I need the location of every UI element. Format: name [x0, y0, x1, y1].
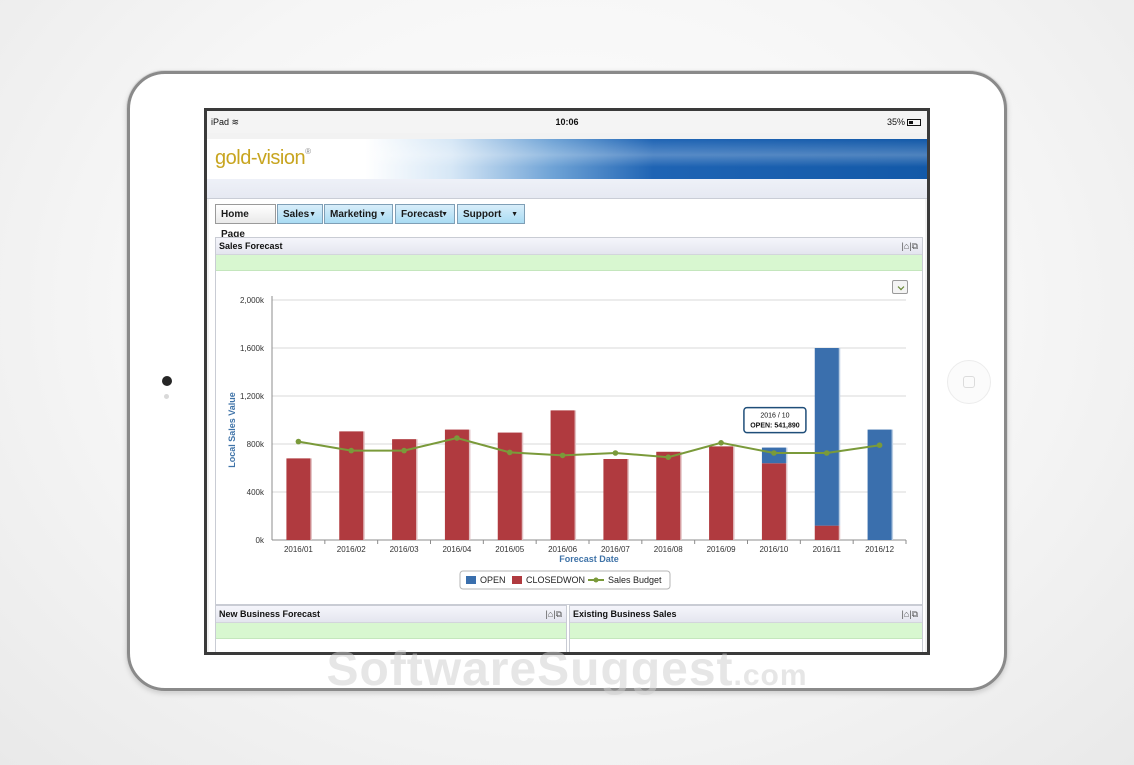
sales-budget-point	[559, 452, 566, 459]
tooltip-title: 2016 / 10	[760, 413, 789, 420]
closedwon-bar	[444, 429, 469, 540]
sales-budget-point	[665, 454, 672, 460]
panel-tools-icon[interactable]: |⌂|⧉	[901, 238, 918, 254]
closedwon-bar	[497, 432, 522, 540]
legend-closedwon-swatch	[512, 576, 522, 584]
x-tick-label: 2016/10	[759, 545, 788, 554]
closedwon-bar	[656, 451, 681, 540]
x-tick-label: 2016/11	[813, 545, 842, 554]
panel-header: Sales Forecast |⌂|⧉	[216, 238, 922, 255]
x-tick-label: 2016/01	[284, 545, 313, 554]
app-banner: gold-vision®	[207, 139, 927, 179]
main-content: Home Page Sales ▼ Marketing ▼ Forecast ▼ Su…	[209, 199, 925, 652]
sales-budget-point	[718, 440, 724, 446]
panel-tools-icon[interactable]: |⌂|⧉	[545, 606, 562, 622]
legend-open-swatch	[466, 576, 476, 584]
sales-forecast-chart: 0k 400k 800k 1,200k 1,600k 2,000k 2016/01 2016/…	[227, 296, 907, 590]
nav-sales[interactable]: Sales ▼	[277, 204, 323, 224]
closedwon-bar	[814, 525, 839, 540]
sales-budget-point	[506, 449, 513, 456]
app-logo[interactable]: gold-vision®	[215, 147, 311, 170]
closedwon-bar	[603, 459, 628, 540]
panel-title: Sales Forecast	[219, 241, 283, 251]
closedwon-bar	[550, 410, 575, 540]
y-tick-label: 2,000k	[240, 296, 265, 305]
legend-budget-marker	[593, 577, 599, 583]
panel-header: New Business Forecast |⌂|⧉	[216, 606, 566, 623]
sub-header-bar	[207, 179, 927, 199]
y-tick-label: 800k	[247, 440, 265, 449]
sales-budget-point	[771, 450, 777, 456]
panel-title: New Business Forecast	[219, 609, 321, 619]
home-button-square-icon	[963, 376, 975, 388]
panel-tools-icon[interactable]: |⌂|⧉	[901, 606, 918, 622]
watermark: SoftwareSuggest.com	[326, 643, 808, 696]
nav-marketing[interactable]: Marketing ▼	[324, 204, 393, 224]
y-axis-title: Local Sales Value	[227, 392, 237, 468]
camera-icon	[162, 376, 172, 386]
sales-budget-point	[348, 447, 355, 454]
sensor-dot	[164, 394, 169, 399]
panel-filter-strip	[570, 623, 922, 639]
chevron-down-icon: ▼	[309, 211, 316, 218]
nav-home-page[interactable]: Home Page	[215, 204, 276, 240]
y-tick-label: 0k	[256, 536, 265, 545]
closedwon-bar	[761, 463, 786, 540]
legend-closedwon-label: CLOSEDWON	[526, 575, 585, 585]
status-battery: 35%	[887, 117, 921, 127]
y-tick-label: 1,200k	[240, 392, 265, 401]
panel-filter-strip	[216, 255, 922, 271]
sales-budget-point	[454, 435, 460, 441]
panel-header: Existing Business Sales |⌂|⧉	[570, 606, 922, 623]
sales-forecast-panel: Sales Forecast |⌂|⧉ 0k 400k 800k 1,200k 1,60…	[215, 237, 923, 605]
sales-budget-point	[401, 447, 407, 454]
y-tick-label: 400k	[247, 488, 265, 497]
x-tick-label: 2016/08	[654, 545, 683, 554]
x-tick-label: 2016/02	[337, 545, 366, 554]
closedwon-bar	[286, 458, 311, 540]
nav-forecast[interactable]: Forecast ▼	[395, 204, 455, 224]
closedwon-bar	[339, 431, 364, 540]
x-tick-label: 2016/07	[601, 545, 630, 554]
x-tick-label: 2016/06	[548, 545, 577, 554]
panel-filter-strip	[216, 623, 566, 639]
home-button[interactable]	[947, 360, 991, 404]
x-axis-title: Forecast Date	[559, 554, 619, 564]
sales-budget-point	[612, 450, 619, 456]
x-tick-label: 2016/05	[495, 545, 524, 554]
closedwon-bar	[392, 439, 417, 540]
sales-budget-line	[298, 436, 880, 459]
ipad-screen: iPad ≋ 10:06 35% gold-vision® Home Page …	[204, 108, 930, 655]
x-tick-label: 2016/12	[865, 545, 894, 554]
x-tick-label: 2016/04	[442, 545, 471, 554]
y-tick-label: 1,600k	[240, 344, 265, 353]
tooltip-value: OPEN: 541,890	[750, 423, 800, 430]
x-tick-label: 2016/09	[707, 545, 736, 554]
nav-support[interactable]: Support ▼	[457, 204, 525, 224]
status-time: 10:06	[555, 117, 579, 127]
status-bar: iPad ≋ 10:06 35%	[207, 111, 927, 133]
battery-icon	[907, 119, 921, 126]
sales-budget-point	[823, 450, 830, 456]
sales-budget-point	[876, 442, 883, 448]
x-tick-label: 2016/03	[390, 545, 419, 554]
chevron-down-icon: ▼	[379, 211, 386, 218]
chevron-down-icon: ▼	[511, 211, 518, 218]
closedwon-bar	[709, 446, 734, 540]
legend-budget-label: Sales Budget	[608, 575, 662, 585]
open-bar	[814, 348, 839, 526]
chevron-down-icon: ▼	[441, 211, 448, 218]
panel-title: Existing Business Sales	[573, 609, 677, 619]
sales-budget-point	[295, 438, 302, 445]
legend-open-label: OPEN	[480, 575, 506, 585]
